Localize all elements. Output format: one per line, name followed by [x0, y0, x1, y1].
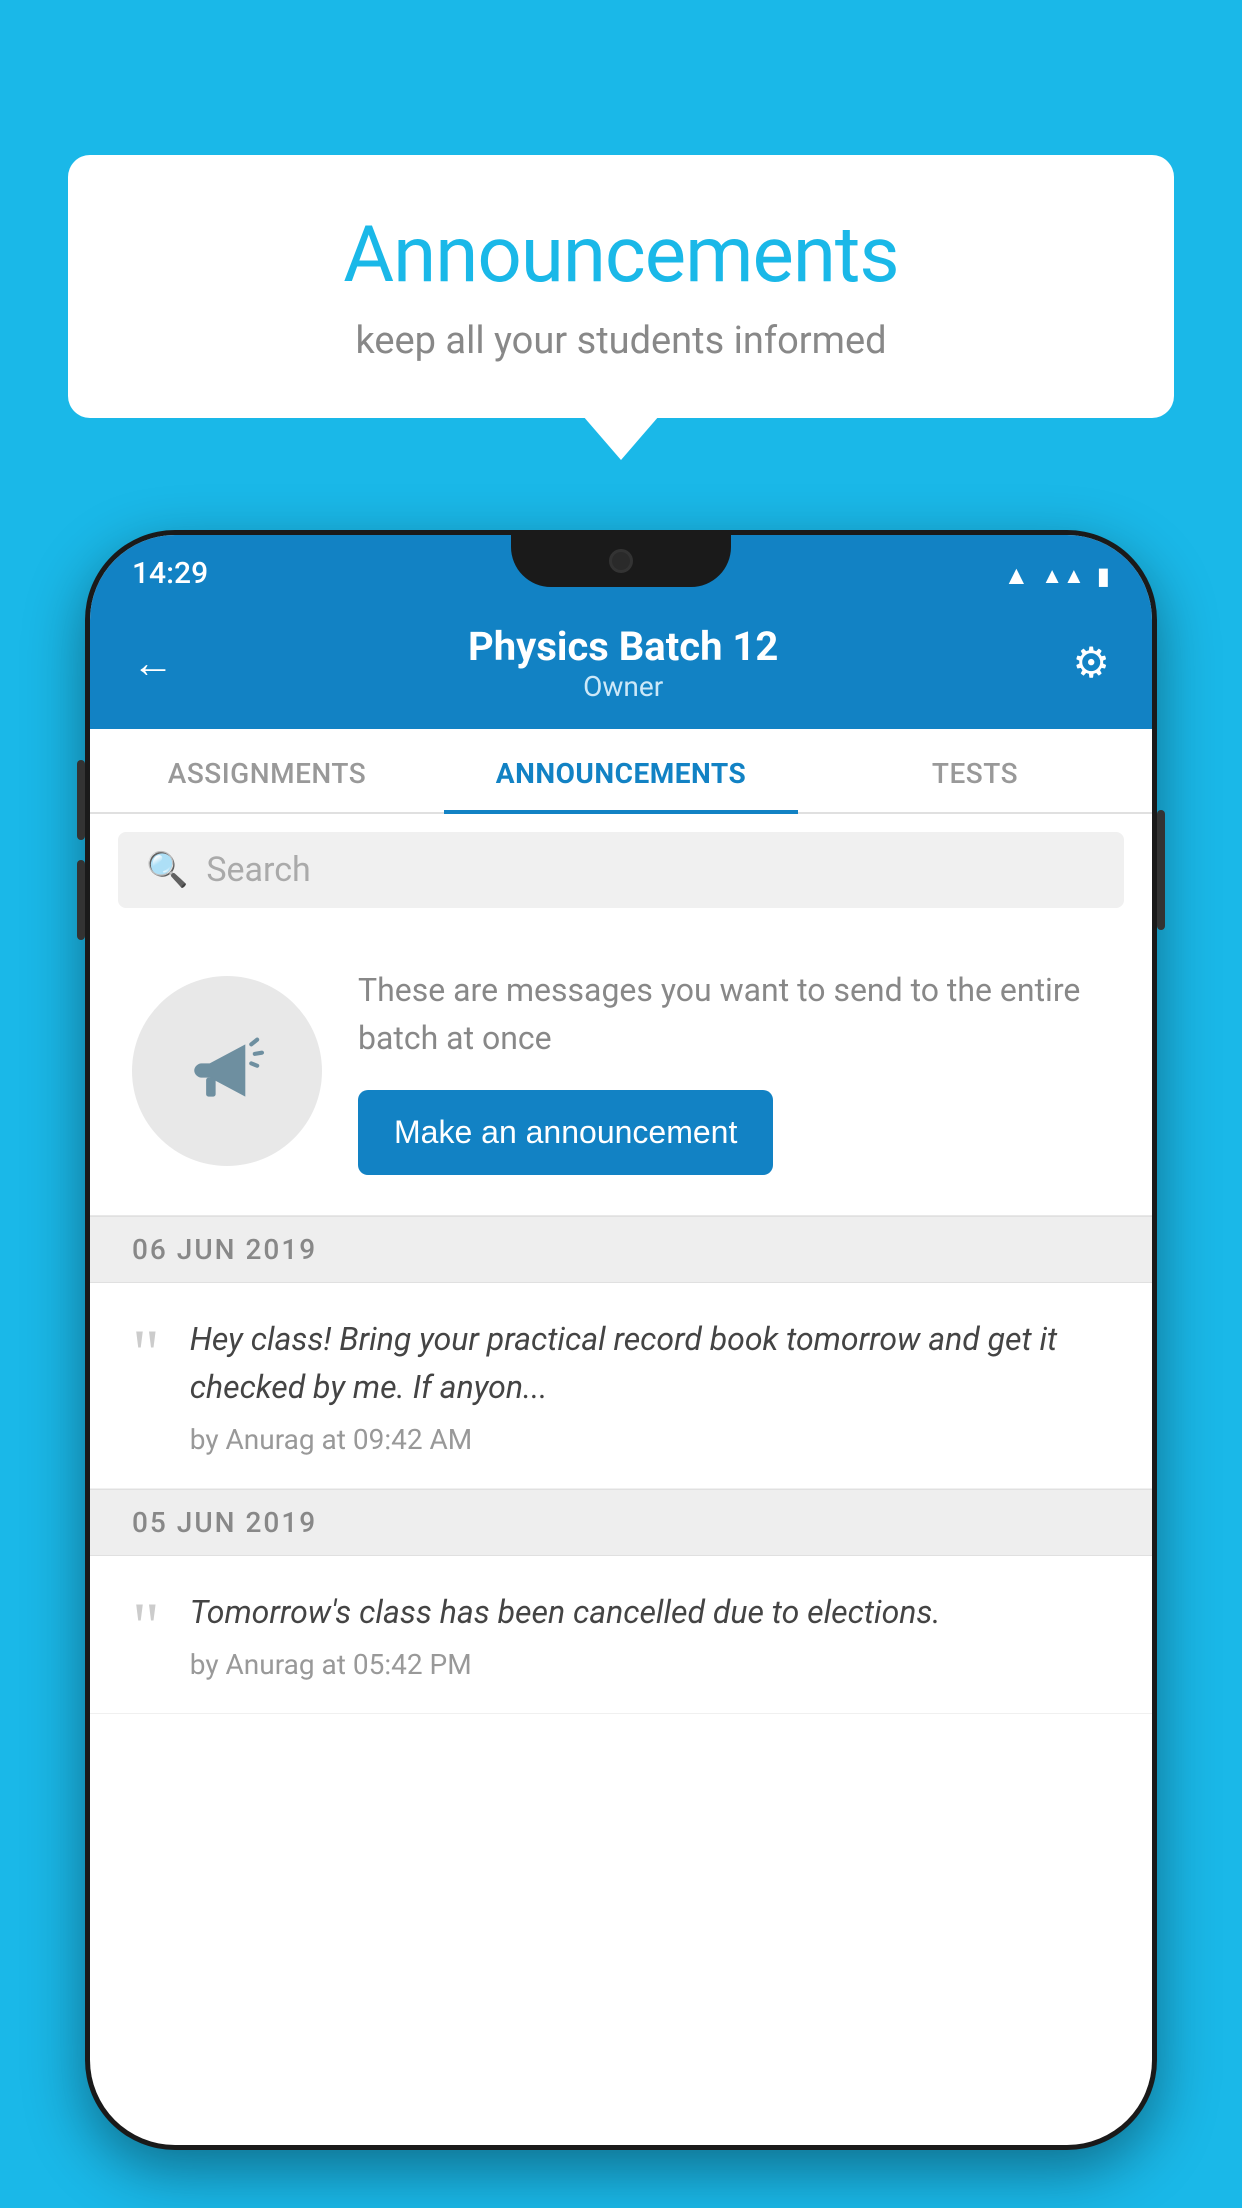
wifi-icon: ▲ — [1003, 560, 1029, 591]
announcement-msg-author-2: by Anurag at 05:42 PM — [190, 1648, 1110, 1681]
phone-screen: 14:29 ▲ ▲▲ ▮ ← Physics Batch 12 Owner ⚙ — [90, 535, 1152, 2145]
volume-down-button — [77, 860, 85, 940]
quote-icon-2: " — [132, 1592, 160, 1660]
search-bar[interactable]: 🔍 Search — [118, 832, 1124, 908]
announcement-item-1: " Hey class! Bring your practical record… — [90, 1283, 1152, 1489]
power-button — [1157, 810, 1165, 930]
status-icons: ▲ ▲▲ ▮ — [1003, 560, 1110, 591]
announcement-intro-card: These are messages you want to send to t… — [90, 926, 1152, 1216]
search-placeholder: Search — [206, 850, 310, 890]
announcement-intro-right: These are messages you want to send to t… — [358, 966, 1110, 1175]
make-announcement-button[interactable]: Make an announcement — [358, 1090, 773, 1175]
phone-notch — [511, 535, 731, 587]
date-separator-1: 06 JUN 2019 — [90, 1216, 1152, 1283]
app-header: ← Physics Batch 12 Owner ⚙ — [90, 603, 1152, 729]
quote-icon-1: " — [132, 1319, 160, 1387]
speech-bubble-title: Announcements — [128, 210, 1114, 301]
battery-icon: ▮ — [1097, 562, 1110, 590]
search-icon: 🔍 — [146, 850, 188, 890]
camera — [609, 549, 633, 573]
search-container: 🔍 Search — [90, 814, 1152, 926]
signal-icon: ▲▲ — [1041, 563, 1085, 589]
phone-frame: 14:29 ▲ ▲▲ ▮ ← Physics Batch 12 Owner ⚙ — [85, 530, 1157, 2150]
speech-bubble-container: Announcements keep all your students inf… — [68, 155, 1174, 418]
gear-icon[interactable]: ⚙ — [1072, 638, 1110, 688]
announcement-description: These are messages you want to send to t… — [358, 966, 1110, 1062]
header-title-group: Physics Batch 12 Owner — [468, 623, 778, 703]
phone-container: 14:29 ▲ ▲▲ ▮ ← Physics Batch 12 Owner ⚙ — [85, 530, 1157, 2208]
speech-bubble-subtitle: keep all your students informed — [128, 319, 1114, 363]
announcement-msg-text-1: Hey class! Bring your practical record b… — [190, 1315, 1110, 1411]
tab-announcements[interactable]: ANNOUNCEMENTS — [444, 729, 798, 812]
announcement-icon-circle — [132, 976, 322, 1166]
announcement-item-2: " Tomorrow's class has been cancelled du… — [90, 1556, 1152, 1714]
tabs-bar: ASSIGNMENTS ANNOUNCEMENTS TESTS — [90, 729, 1152, 814]
volume-up-button — [77, 760, 85, 840]
header-title: Physics Batch 12 — [468, 623, 778, 670]
header-subtitle: Owner — [468, 670, 778, 703]
megaphone-icon — [180, 1023, 275, 1118]
announcement-msg-text-2: Tomorrow's class has been cancelled due … — [190, 1588, 1110, 1636]
back-button[interactable]: ← — [132, 639, 174, 688]
announcement-msg-author-1: by Anurag at 09:42 AM — [190, 1423, 1110, 1456]
tab-assignments[interactable]: ASSIGNMENTS — [90, 729, 444, 812]
date-separator-2: 05 JUN 2019 — [90, 1489, 1152, 1556]
speech-bubble: Announcements keep all your students inf… — [68, 155, 1174, 418]
status-time: 14:29 — [132, 556, 208, 591]
announcement-msg-right-1: Hey class! Bring your practical record b… — [190, 1315, 1110, 1456]
tab-tests[interactable]: TESTS — [798, 729, 1152, 812]
announcement-msg-right-2: Tomorrow's class has been cancelled due … — [190, 1588, 1110, 1681]
